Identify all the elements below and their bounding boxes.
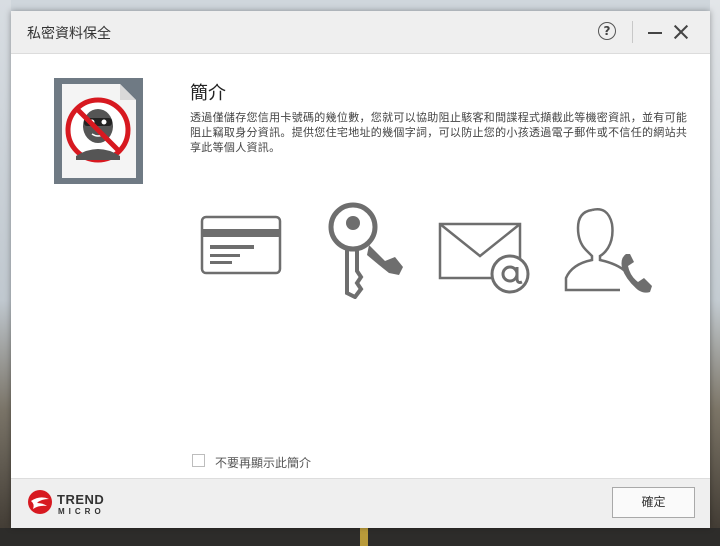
title-separator — [632, 21, 633, 43]
trend-micro-logo-icon — [28, 490, 52, 514]
desktop-background-road-line — [360, 528, 368, 546]
close-button[interactable] — [673, 24, 689, 40]
ok-button[interactable]: 確定 — [612, 487, 695, 518]
intro-description: 透過僅儲存您信用卡號碼的幾位數，您就可以協助阻止駭客和間諜程式擷截此等機密資訊，… — [190, 111, 688, 154]
brand-name-line1: TREND — [57, 492, 105, 507]
desktop-background-right — [710, 0, 720, 546]
help-button[interactable]: ? — [598, 22, 616, 40]
credit-card-icon — [200, 215, 282, 275]
window-title: 私密資料保全 — [27, 26, 111, 42]
intro-heading: 簡介 — [190, 83, 226, 104]
dont-show-again-checkbox[interactable] — [192, 454, 205, 467]
key-icon — [328, 202, 403, 299]
privacy-intro-dialog: 私密資料保全 ? 簡介 透過僅儲存您信用卡號碼的幾位數，您就可以協助阻止駭客和間… — [11, 11, 710, 528]
brand-name-line2: MICRO — [58, 507, 105, 516]
dont-show-again-label[interactable]: 不要再顯示此簡介 — [215, 454, 311, 471]
contact-phone-icon — [564, 208, 652, 293]
email-icon — [438, 222, 530, 294]
minimize-button[interactable] — [648, 32, 662, 34]
dialog-footer — [11, 478, 710, 528]
title-bar[interactable]: 私密資料保全 ? — [11, 11, 710, 54]
data-theft-icon — [54, 78, 143, 184]
desktop-background-left — [0, 0, 11, 546]
